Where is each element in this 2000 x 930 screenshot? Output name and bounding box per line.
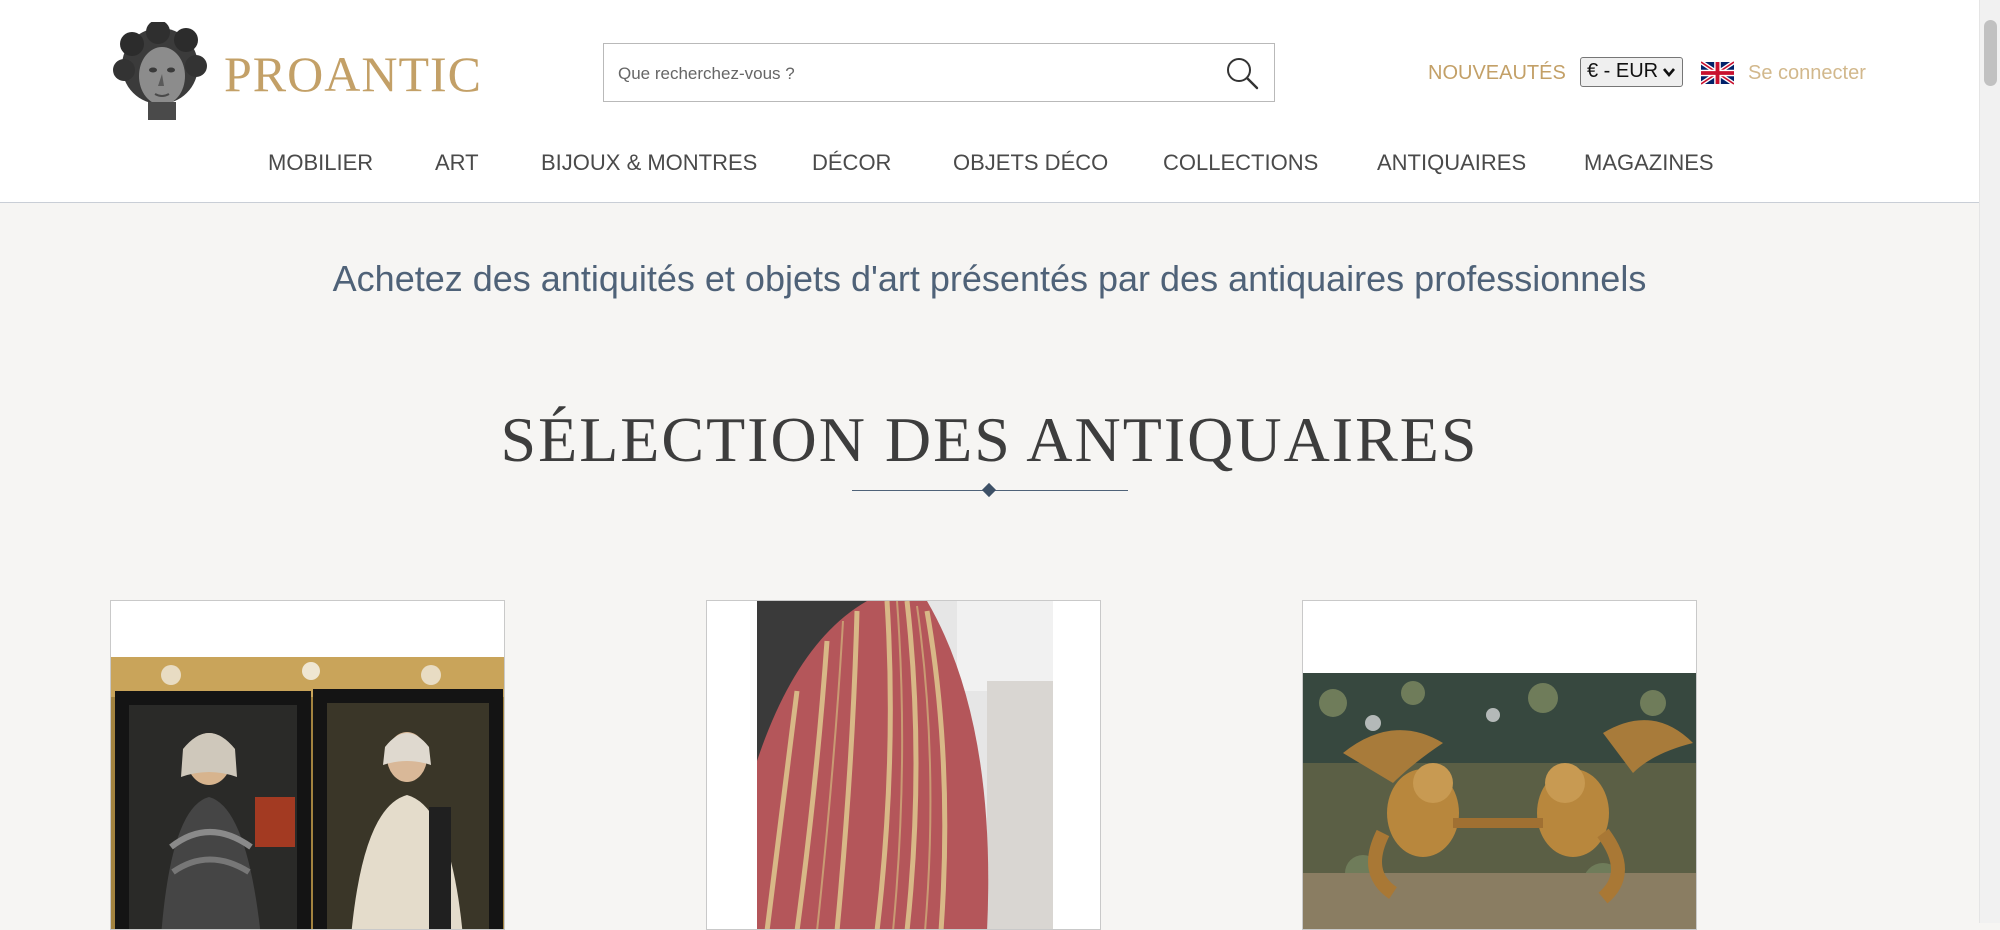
site-header: PROANTIC NOUVEAUTÉS € - EUR Se connecter… [0, 0, 1979, 203]
scrollbar-thumb[interactable] [1984, 20, 1997, 86]
nav-item-collections[interactable]: COLLECTIONS [1163, 145, 1318, 181]
search-icon[interactable] [1224, 55, 1260, 91]
page-tagline: Achetez des antiquités et objets d'art p… [332, 258, 1647, 299]
new-arrivals-link[interactable]: NOUVEAUTÉS [1428, 58, 1566, 88]
uk-flag-icon[interactable] [1701, 61, 1734, 85]
nav-item-decor[interactable]: DÉCOR [812, 145, 891, 181]
statue-head-logo-icon[interactable] [112, 22, 208, 120]
divider-diamond-icon [981, 482, 997, 498]
nav-item-bijoux-montres[interactable]: BIJOUX & MONTRES [541, 145, 757, 181]
search-bar [603, 43, 1275, 103]
main-navigation: MOBILIER ART BIJOUX & MONTRES DÉCOR OBJE… [0, 145, 1979, 185]
cherubs-tapestry-image [1303, 673, 1696, 929]
nav-item-antiquaires[interactable]: ANTIQUAIRES [1377, 145, 1526, 181]
login-link[interactable]: Se connecter [1748, 58, 1866, 88]
page-scrollbar[interactable] [1979, 0, 2000, 923]
nav-item-magazines[interactable]: MAGAZINES [1584, 145, 1714, 181]
product-card-silk-fabric[interactable] [706, 600, 1101, 930]
silk-fabric-image [757, 601, 1053, 929]
chevron-down-icon [1663, 68, 1675, 78]
section-title: SÉLECTION DES ANTIQUAIRES [500, 404, 1479, 475]
currency-select[interactable]: € - EUR [1580, 57, 1683, 87]
nav-item-art[interactable]: ART [435, 145, 479, 181]
currency-selected-value: € - EUR [1587, 60, 1659, 82]
search-input[interactable] [616, 44, 1200, 103]
brand-logo-text[interactable]: PROANTIC [224, 44, 482, 104]
nav-item-objets-deco[interactable]: OBJETS DÉCO [953, 145, 1108, 181]
portraits-image [111, 657, 504, 929]
product-card-portraits[interactable] [110, 600, 505, 930]
nav-item-mobilier[interactable]: MOBILIER [268, 145, 373, 181]
product-card-cherubs[interactable] [1302, 600, 1697, 930]
